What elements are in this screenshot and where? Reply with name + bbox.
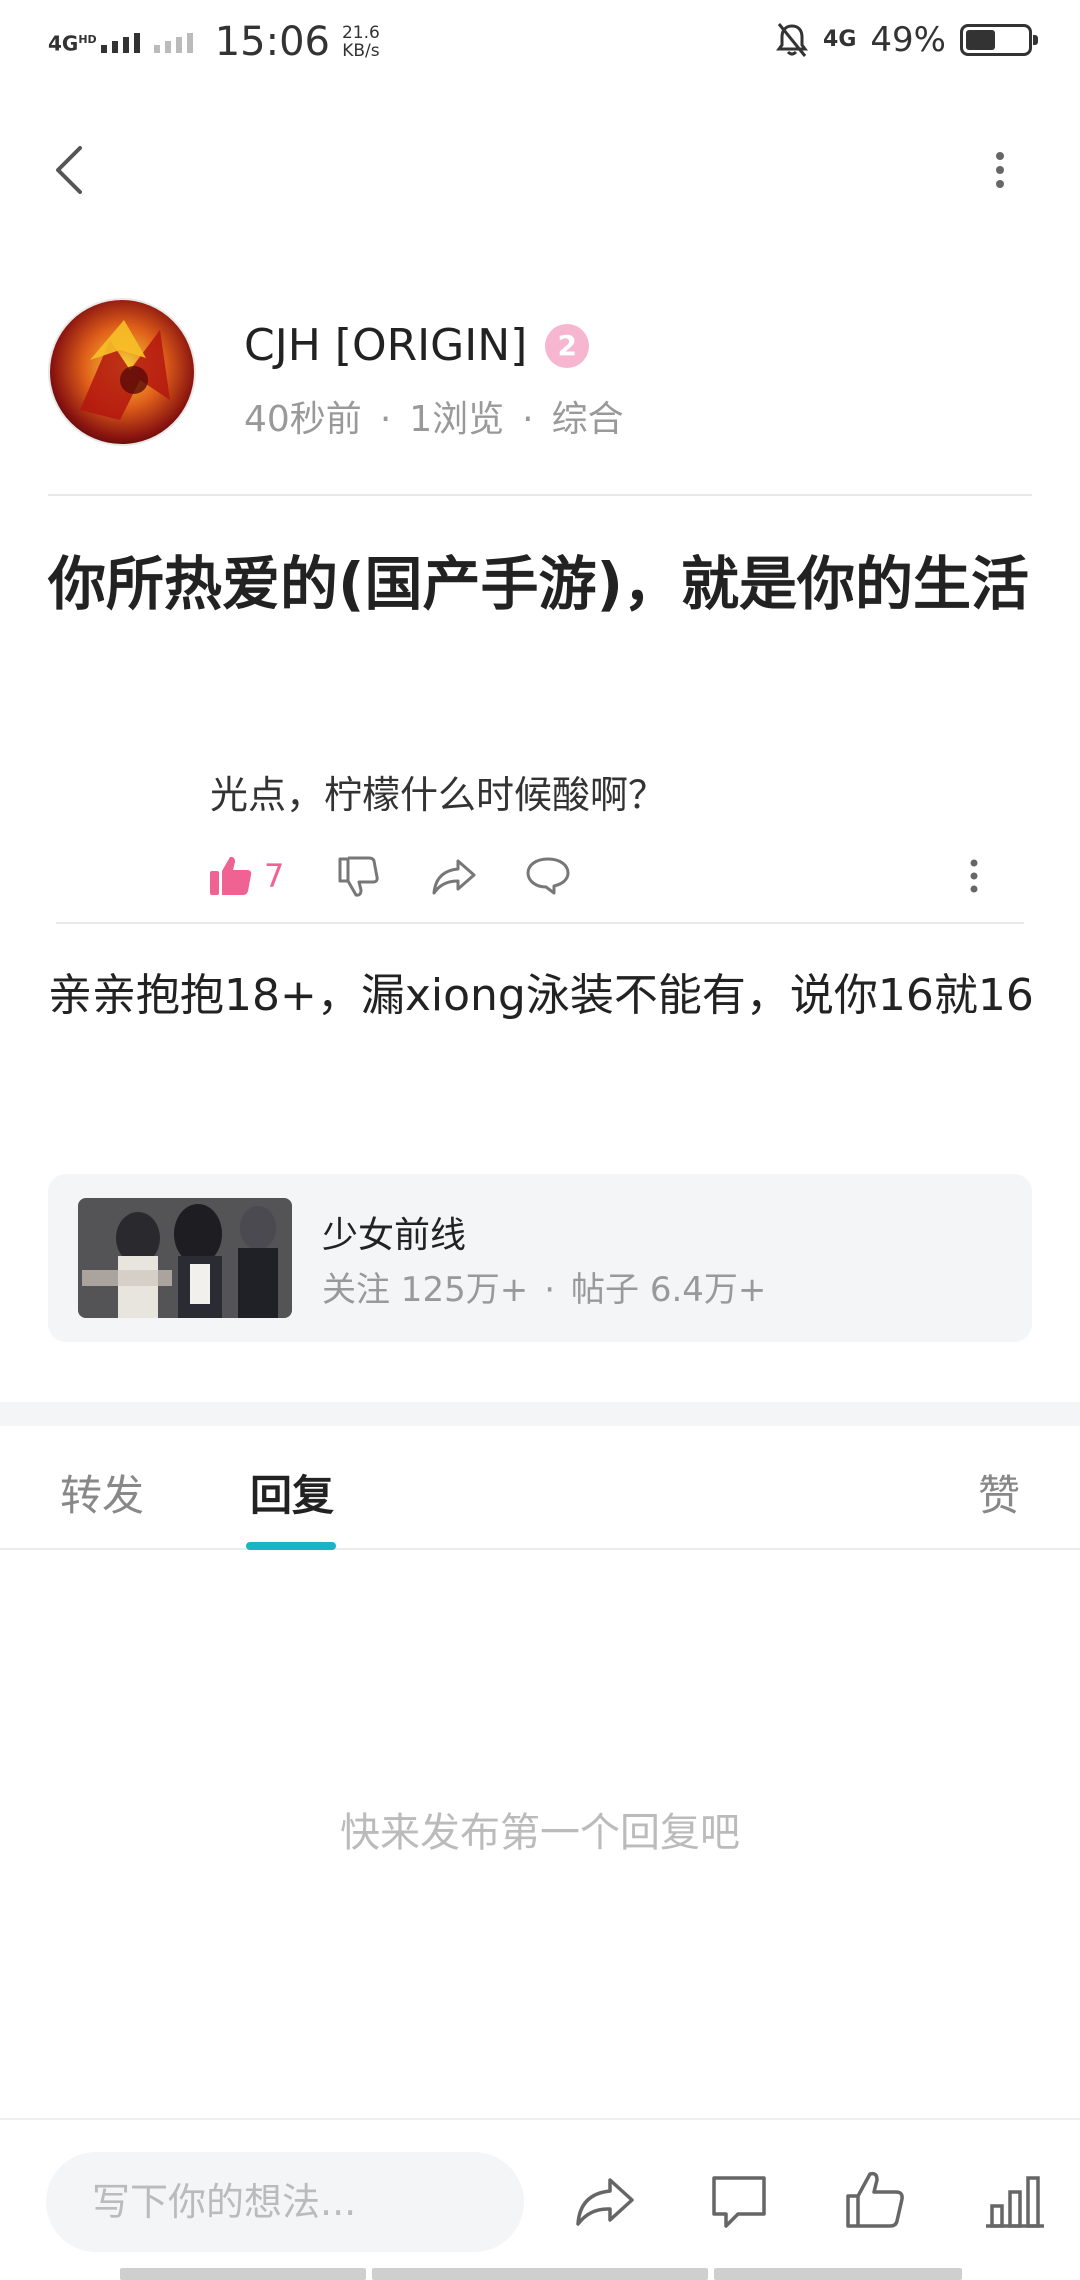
interaction-tabs: 转发 回复 赞 bbox=[0, 1426, 1080, 1550]
share-icon bbox=[576, 2178, 634, 2226]
quote-divider bbox=[56, 922, 1024, 924]
status-time: 15:06 bbox=[214, 19, 330, 65]
status-right: 4G 49% bbox=[775, 20, 1038, 60]
level-badge: 2 bbox=[545, 323, 590, 368]
quoted-comment-text: 光点，柠檬什么时候酸啊？ bbox=[210, 773, 667, 817]
post-time: 40秒前 bbox=[244, 399, 362, 440]
more-vertical-icon bbox=[996, 152, 1004, 188]
system-nav-segment bbox=[714, 2268, 962, 2280]
comment-button[interactable] bbox=[704, 2166, 774, 2236]
forum-stats-separator: · bbox=[544, 1270, 556, 1310]
forum-thumbnail bbox=[78, 1198, 292, 1318]
share-button[interactable] bbox=[570, 2166, 640, 2236]
signal-bars-icon bbox=[100, 31, 140, 53]
status-left: 4GHD 15:06 21.6 KB/s bbox=[48, 18, 380, 66]
system-nav-segment bbox=[120, 2268, 366, 2280]
forum-followers: 关注 125万+ bbox=[322, 1270, 529, 1310]
tab-like[interactable]: 赞 bbox=[978, 1462, 1020, 1523]
comment-icon bbox=[526, 857, 570, 895]
network-type-right: 4G bbox=[823, 27, 857, 52]
forum-stats: 关注 125万+ · 帖子 6.4万+ bbox=[322, 1262, 766, 1311]
quote-dislike-button[interactable] bbox=[336, 846, 382, 906]
tab-forward[interactable]: 转发 bbox=[60, 1462, 144, 1523]
network-speed: 21.6 KB/s bbox=[341, 23, 380, 61]
battery-percent: 49% bbox=[870, 20, 946, 60]
comment-input[interactable] bbox=[46, 2152, 524, 2252]
forum-card[interactable]: 少女前线 关注 125万+ · 帖子 6.4万+ bbox=[48, 1174, 1032, 1342]
battery-fill bbox=[966, 30, 995, 50]
comment-icon bbox=[712, 2176, 766, 2228]
chevron-left-icon bbox=[56, 146, 82, 194]
quote-like-count: 7 bbox=[264, 857, 285, 895]
thumbs-up-filled-icon bbox=[210, 856, 252, 895]
thumbs-down-icon bbox=[338, 856, 379, 897]
back-button[interactable] bbox=[40, 138, 104, 202]
tab-reply[interactable]: 回复 bbox=[250, 1462, 334, 1523]
stats-icon bbox=[986, 2176, 1044, 2228]
forum-post-count: 帖子 6.4万+ bbox=[571, 1270, 767, 1310]
post-title: 你所热爱的(国产手游)，就是你的生活 bbox=[48, 550, 1030, 618]
empty-replies-hint: 快来发布第一个回复吧 bbox=[340, 1810, 740, 1856]
view-count: 1浏览 bbox=[409, 399, 505, 440]
avatar[interactable] bbox=[48, 298, 196, 446]
more-options-button[interactable] bbox=[980, 138, 1020, 202]
battery-icon bbox=[960, 24, 1038, 56]
quoted-comment-actions: 7 bbox=[208, 846, 998, 906]
section-gap bbox=[0, 1402, 1080, 1426]
share-icon bbox=[432, 859, 476, 895]
more-vertical-icon bbox=[970, 859, 978, 893]
status-bar: 4GHD 15:06 21.6 KB/s 4G 49% bbox=[0, 0, 1080, 84]
system-nav-segment bbox=[372, 2268, 708, 2280]
network-type-label: 4GHD bbox=[48, 31, 97, 56]
signal-bars-secondary-icon bbox=[153, 31, 193, 53]
like-button[interactable] bbox=[840, 2166, 910, 2236]
meta-separator: · bbox=[522, 399, 534, 440]
post-body: 亲亲抱抱18+，漏xiong泳装不能有，说你16就16 bbox=[48, 970, 1034, 1021]
bottom-action-bar bbox=[0, 2118, 1080, 2268]
author-name[interactable]: CJH [ORIGIN] 2 bbox=[244, 320, 590, 371]
bell-off-icon bbox=[776, 23, 809, 57]
header-divider bbox=[48, 494, 1032, 496]
post-category[interactable]: 综合 bbox=[552, 399, 624, 440]
top-nav bbox=[0, 120, 1080, 220]
author-meta: 40秒前 · 1浏览 · 综合 bbox=[244, 390, 624, 442]
quote-like-button[interactable]: 7 bbox=[208, 846, 284, 906]
author-header: CJH [ORIGIN] 2 40秒前 · 1浏览 · 综合 bbox=[48, 298, 1032, 448]
quote-share-button[interactable] bbox=[430, 846, 478, 906]
stats-button[interactable] bbox=[980, 2166, 1050, 2236]
quote-comment-button[interactable] bbox=[524, 846, 572, 906]
author-name-text: CJH [ORIGIN] bbox=[244, 320, 528, 371]
avatar-image bbox=[50, 300, 194, 444]
thumbs-up-icon bbox=[846, 2171, 904, 2228]
quote-more-button[interactable] bbox=[964, 846, 984, 906]
meta-separator: · bbox=[379, 399, 392, 440]
active-tab-indicator bbox=[246, 1542, 336, 1550]
forum-thumbnail-image bbox=[78, 1198, 292, 1318]
forum-name: 少女前线 bbox=[322, 1215, 467, 1256]
